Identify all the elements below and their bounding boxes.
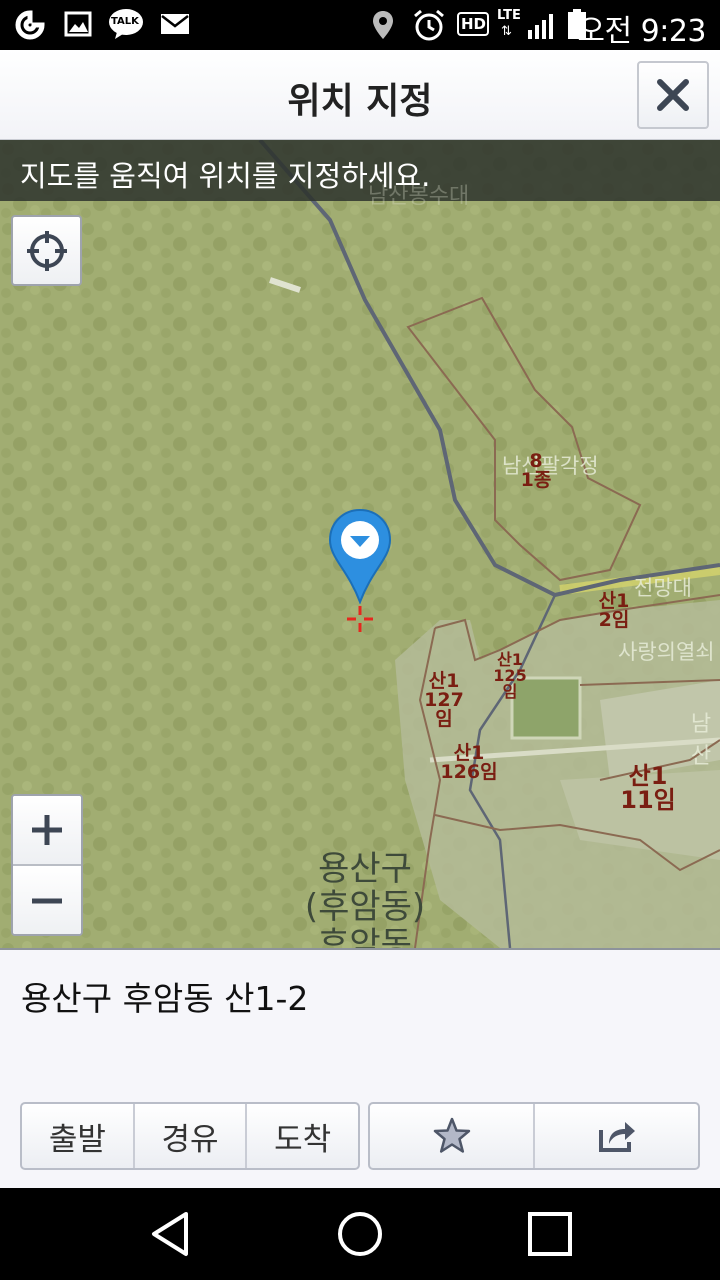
- share-icon: [598, 1122, 635, 1152]
- zoom-controls: [11, 794, 83, 936]
- district-dong: (후암동): [304, 887, 426, 927]
- start-button[interactable]: 출발: [22, 1104, 135, 1168]
- minus-icon: [32, 898, 62, 904]
- zoom-out-button[interactable]: [13, 866, 81, 934]
- district-name: 용산구: [318, 849, 412, 889]
- olleh-icon: [15, 10, 45, 40]
- page-title: 위치 지정: [287, 81, 433, 122]
- district-dong-repeat: 후암동: [318, 925, 412, 948]
- parcel-label-line2: 126임: [440, 761, 498, 783]
- home-icon[interactable]: [334, 1208, 386, 1260]
- star-icon: [433, 1117, 470, 1153]
- parcel-label: 산1 11임: [620, 764, 676, 812]
- system-nav-bar: [0, 1188, 720, 1280]
- lte-label: LTE: [497, 8, 521, 23]
- place-name-shrine: 사랑의열쇠: [618, 640, 715, 664]
- hd-icon: HD: [457, 12, 489, 36]
- hd-label: HD: [461, 15, 487, 33]
- gps-target-icon: [26, 230, 67, 271]
- parcel-label: 산1 127임: [418, 672, 470, 729]
- parcel-label-line1: 산1: [628, 762, 668, 790]
- gallery-icon: [64, 11, 92, 37]
- parcel-label: 8 1종: [514, 452, 558, 490]
- address-text: 용산구 후암동 산1-2: [21, 979, 309, 1018]
- parcel-label: 산1 126임: [440, 744, 498, 782]
- map-view[interactable]: 지도를 움직여 위치를 지정하세요. 남산봉수대 남산팔각정 전망대 사랑의열쇠…: [0, 140, 720, 948]
- status-bar: TALK HD LTE ⇅ 오전 9:23: [0, 0, 720, 50]
- favorite-button[interactable]: [370, 1104, 535, 1168]
- talk-label: TALK: [111, 16, 139, 27]
- place-name-observatory: 전망대: [634, 576, 692, 600]
- header: 위치 지정: [0, 50, 720, 140]
- parcel-label: 산1 2임: [592, 592, 636, 630]
- action-button-group: [368, 1102, 700, 1170]
- location-pin-icon[interactable]: [328, 508, 392, 604]
- parcel-label-line2: 127임: [424, 689, 464, 730]
- parcel-label-line2: 1종: [520, 469, 552, 491]
- signal-icon: [528, 14, 553, 39]
- my-location-button[interactable]: [11, 215, 82, 286]
- district-label: 용산구 (후암동) 후암동: [290, 850, 440, 948]
- parcel-label-line2: 125임: [493, 666, 527, 701]
- plus-icon: [32, 815, 62, 845]
- mail-icon: [161, 14, 189, 34]
- location-icon: [373, 11, 393, 39]
- lte-icon: LTE ⇅: [497, 8, 521, 39]
- via-button[interactable]: 경유: [135, 1104, 248, 1168]
- zoom-in-button[interactable]: [13, 796, 81, 866]
- map-hint-bar: 지도를 움직여 위치를 지정하세요.: [0, 140, 720, 201]
- parcel-label: 산1 125임: [486, 652, 534, 700]
- share-button[interactable]: [535, 1104, 698, 1168]
- parcel-label-line2: 11임: [620, 786, 676, 814]
- kakaotalk-icon: TALK: [108, 8, 144, 40]
- recents-icon[interactable]: [524, 1208, 576, 1260]
- close-icon: [657, 79, 689, 111]
- back-icon[interactable]: [146, 1208, 198, 1260]
- route-button-group: 출발 경유 도착: [20, 1102, 360, 1170]
- place-name-top: 남산봉수대: [368, 184, 470, 209]
- crosshair-icon: [347, 606, 373, 632]
- parcel-label-line2: 2임: [598, 609, 630, 631]
- alarm-icon: [414, 9, 444, 41]
- place-name-right: 남산: [690, 712, 712, 769]
- close-button[interactable]: [637, 61, 709, 129]
- arrive-button[interactable]: 도착: [247, 1104, 358, 1168]
- location-panel: 용산구 후암동 산1-2 출발 경유 도착: [0, 948, 720, 1188]
- status-time: 오전 9:23: [577, 14, 706, 49]
